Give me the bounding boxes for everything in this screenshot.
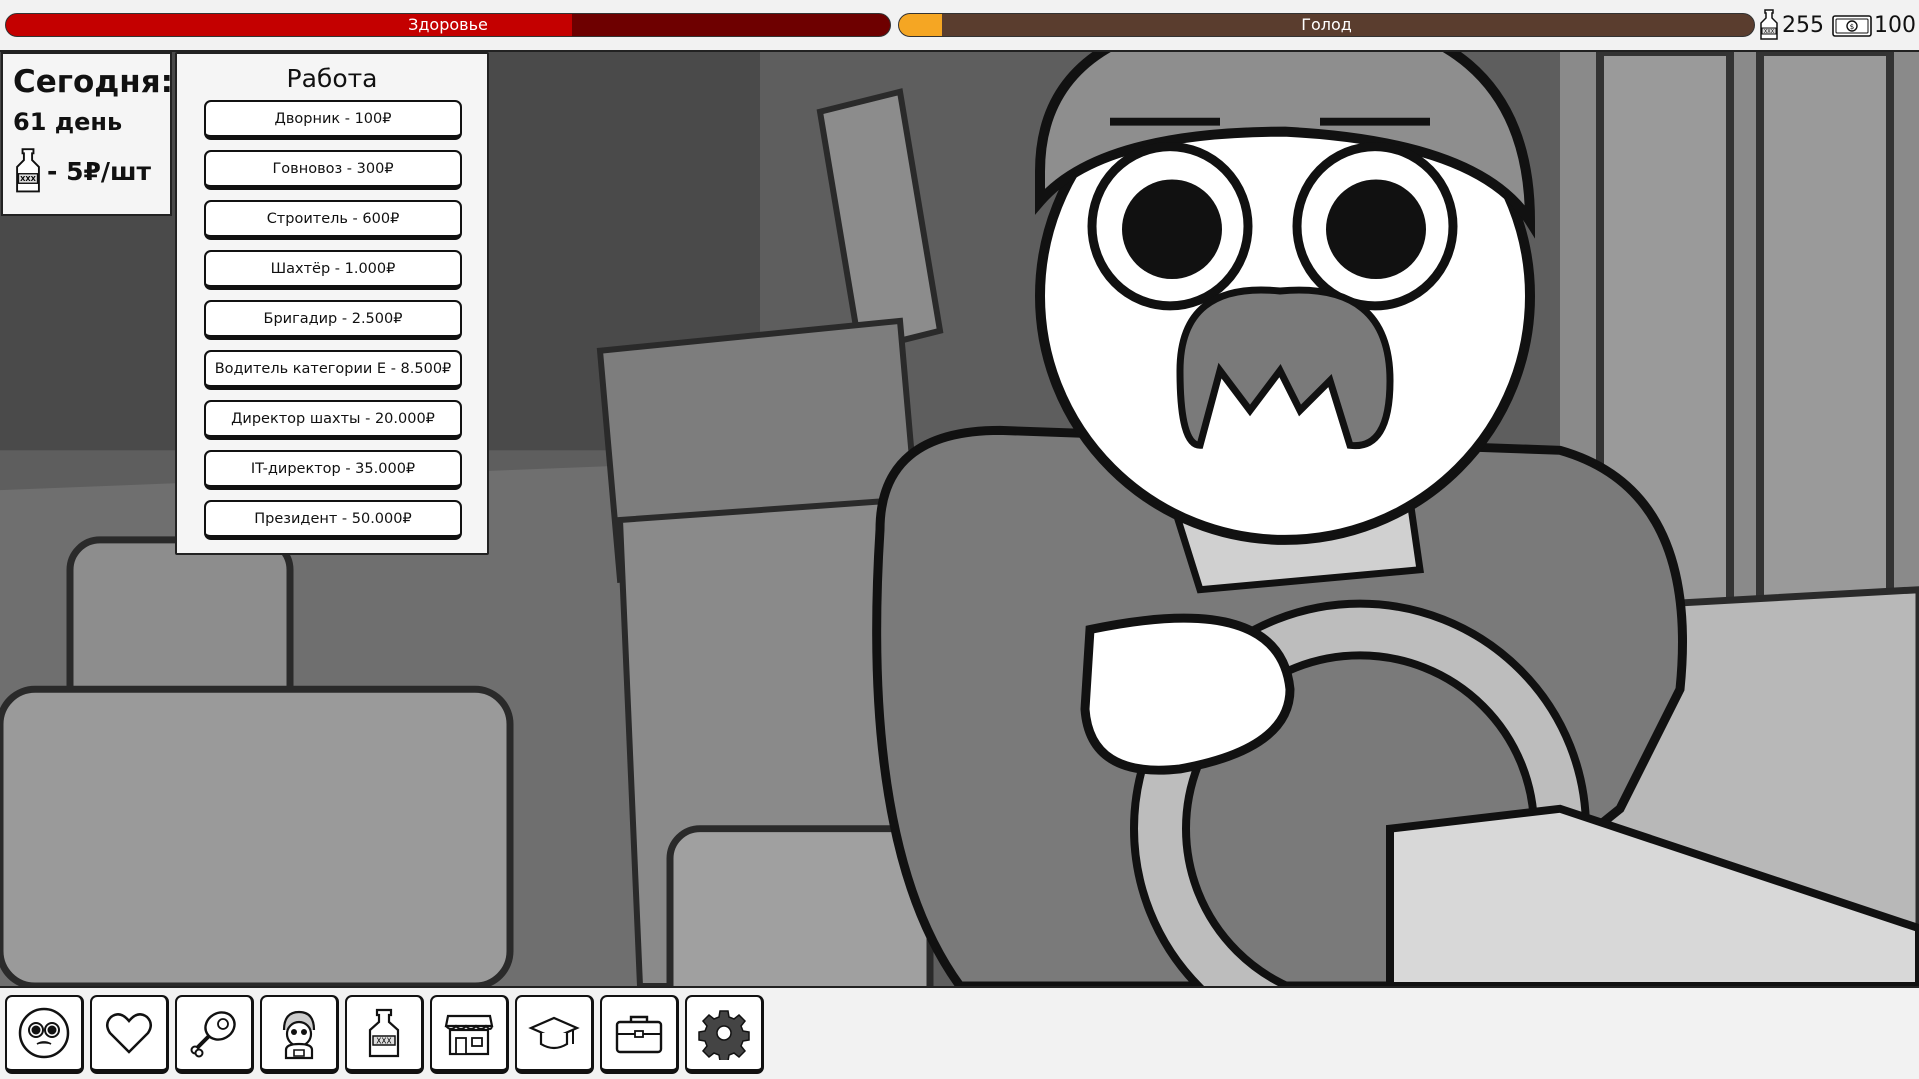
svg-text:XXX: XXX [20,175,36,183]
job-button-sewage-truck[interactable]: Говновоз - 300₽ [204,150,462,190]
job-button-miner[interactable]: Шахтёр - 1.000₽ [204,250,462,290]
education-button[interactable] [515,995,594,1074]
ham-icon [190,1011,236,1058]
shop-icon [444,1014,494,1056]
bottles-button[interactable]: XXX [345,995,424,1074]
svg-text:XXX: XXX [1764,29,1775,35]
day-counter: 61 день [13,108,123,136]
character-status-button[interactable] [5,995,84,1074]
hunger-bar: Голод [898,13,1755,37]
bottle-price: XXX - 5₽/шт [13,146,160,196]
briefcase-icon [615,1015,663,1054]
work-panel: Работа Дворник - 100₽ Говновоз - 300₽ Ст… [175,52,489,555]
job-list: Дворник - 100₽ Говновоз - 300₽ Строитель… [204,100,462,550]
bottle-icon: XXX [1760,9,1778,40]
job-button-mine-director[interactable]: Директор шахты - 20.000₽ [204,400,462,440]
svg-text:XXX: XXX [376,1037,391,1046]
job-button-it-director[interactable]: IT-директор - 35.000₽ [204,450,462,490]
job-button-foreman[interactable]: Бригадир - 2.500₽ [204,300,462,340]
bottle-icon: XXX [368,1008,400,1058]
bottles-counter: XXX 255 [1758,8,1824,42]
heart-icon [106,1013,152,1054]
bottles-count: 255 [1782,12,1824,38]
bottle-price-text: - 5₽/шт [47,156,152,186]
health-button[interactable] [90,995,169,1074]
job-button-president[interactable]: Президент - 50.000₽ [204,500,462,540]
bottle-icon: XXX [16,148,40,193]
bottom-toolbar: XXX [0,990,1919,1079]
work-title: Работа [286,64,378,93]
today-title: Сегодня: [13,64,174,100]
gear-icon [698,1010,750,1060]
money-count: 100 [1874,12,1916,38]
svg-text:$: $ [1850,23,1854,31]
game-screen: Здоровье Голод XXX 255 $ 100 Сегодня: 61… [0,0,1919,1079]
health-bar: Здоровье [5,13,891,37]
settings-button[interactable] [685,995,764,1074]
graduation-cap-icon [528,1016,580,1050]
job-button-driver[interactable]: Водитель категории Е - 8.500₽ [204,350,462,390]
shop-button[interactable] [430,995,509,1074]
job-button-builder[interactable]: Строитель - 600₽ [204,200,462,240]
character-icon [282,1010,316,1060]
food-button[interactable] [175,995,254,1074]
character-button[interactable] [260,995,339,1074]
hunger-label: Голод [1301,15,1352,34]
today-panel: Сегодня: 61 день XXX - 5₽/шт [1,52,174,216]
status-bar: Здоровье Голод XXX 255 $ 100 [0,0,1919,50]
health-label: Здоровье [408,15,488,34]
work-button[interactable] [600,995,679,1074]
job-button-janitor[interactable]: Дворник - 100₽ [204,100,462,140]
face-icon [18,1007,70,1059]
banknote-icon: $ [1832,15,1872,37]
money-counter: $ 100 [1832,8,1916,42]
